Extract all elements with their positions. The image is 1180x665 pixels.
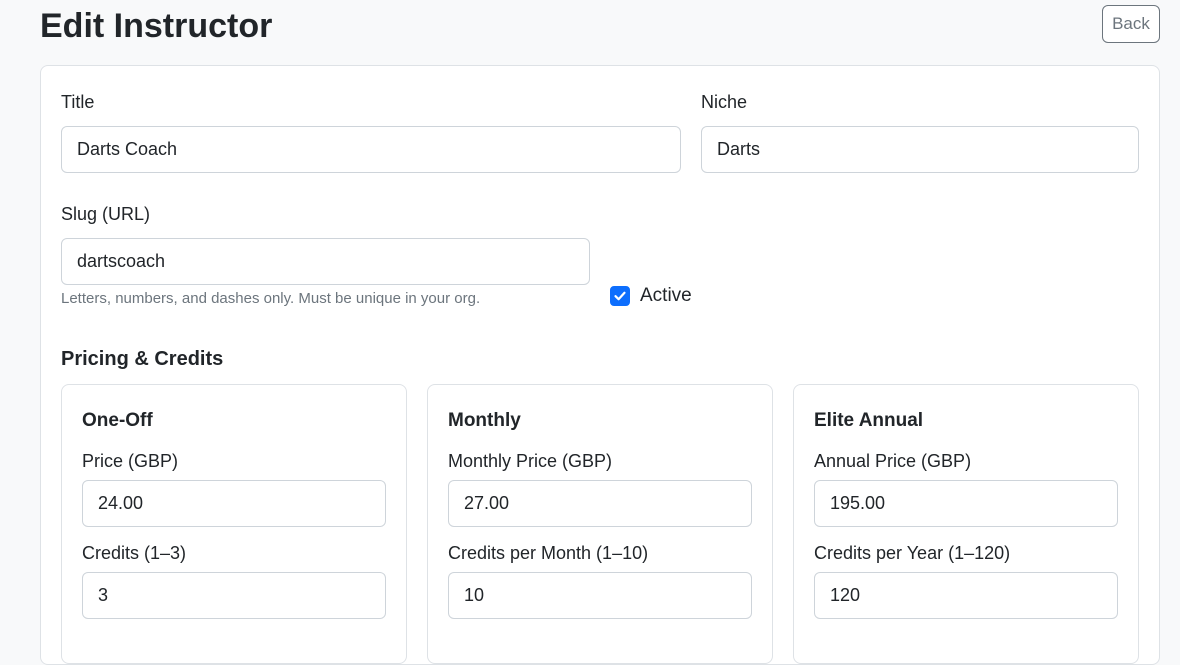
one-off-price-input[interactable]	[82, 480, 386, 527]
back-button[interactable]: Back	[1102, 5, 1160, 43]
niche-input[interactable]	[701, 126, 1139, 173]
slug-help-text: Letters, numbers, and dashes only. Must …	[61, 290, 481, 307]
plan-title-monthly: Monthly	[448, 410, 521, 431]
annual-credits-input[interactable]	[814, 572, 1118, 619]
title-label: Title	[61, 92, 95, 112]
annual-price-label: Annual Price (GBP)	[814, 451, 972, 471]
one-off-price-label: Price (GBP)	[82, 451, 179, 471]
monthly-price-input[interactable]	[448, 480, 752, 527]
title-input[interactable]	[61, 126, 681, 173]
slug-input[interactable]	[61, 238, 590, 285]
plan-title-one-off: One-Off	[82, 410, 153, 431]
active-checkbox[interactable]	[610, 286, 630, 306]
check-icon	[614, 291, 626, 301]
annual-price-input[interactable]	[814, 480, 1118, 527]
slug-label: Slug (URL)	[61, 204, 151, 224]
page-title: Edit Instructor	[40, 7, 273, 45]
one-off-credits-label: Credits (1–3)	[82, 543, 187, 563]
monthly-credits-label: Credits per Month (1–10)	[448, 543, 649, 563]
monthly-credits-input[interactable]	[448, 572, 752, 619]
plan-title-elite-annual: Elite Annual	[814, 410, 924, 431]
monthly-price-label: Monthly Price (GBP)	[448, 451, 613, 471]
active-label: Active	[640, 285, 692, 306]
pricing-heading: Pricing & Credits	[61, 348, 224, 370]
one-off-credits-input[interactable]	[82, 572, 386, 619]
annual-credits-label: Credits per Year (1–120)	[814, 543, 1011, 563]
niche-label: Niche	[701, 92, 748, 112]
